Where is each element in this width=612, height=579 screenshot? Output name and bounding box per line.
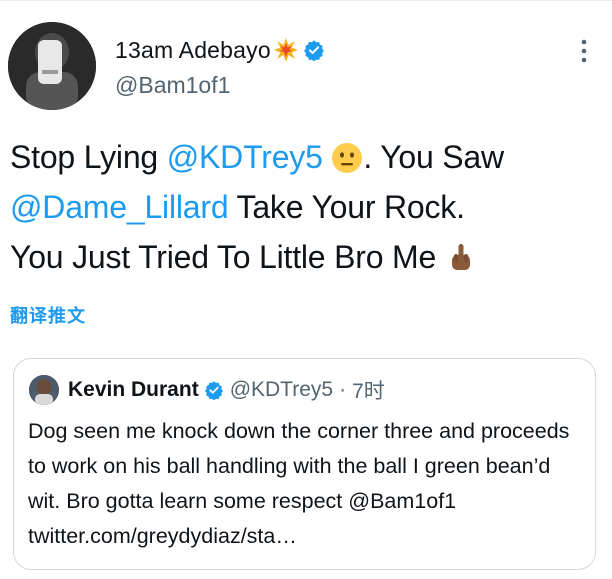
separator-dot: · [339,378,347,401]
quoted-tweet-time[interactable]: 7时 [352,375,385,405]
mention-link[interactable]: @Dame_Lillard [10,189,229,225]
tweet-text-segment: . You Saw [363,139,504,175]
verified-badge-icon [204,380,224,401]
author-name[interactable]: 13am Adebayo [115,37,271,64]
neutral-face-emoji-icon [331,138,363,173]
quoted-author-handle[interactable]: @KDTrey5 [230,378,333,402]
more-options-icon[interactable] [580,38,588,64]
quoted-tweet-header: Kevin Durant @KDTrey5 · 7时 [29,375,385,405]
quoted-author-avatar[interactable] [29,375,59,405]
author-block: 13am Adebayo @Bam1of1 [115,36,325,99]
quoted-tweet-card[interactable]: Kevin Durant @KDTrey5 · 7时 Dog seen me k… [13,358,596,570]
quoted-tweet-text: Dog seen me knock down the corner three … [28,419,570,548]
tweet-text: Stop Lying @KDTrey5 . You Saw @Dame_Lill… [10,132,605,282]
verified-badge-icon [303,39,325,62]
author-name-row: 13am Adebayo [115,36,325,64]
mention-link[interactable]: @KDTrey5 [167,139,323,175]
tweet-header: 13am Adebayo @Bam1of1 [8,22,604,122]
middle-finger-emoji-icon [445,238,477,270]
tweet-text-segment: Take Your Rock. [228,189,465,225]
tweet-text-segment: You Just Tried To Little Bro Me [10,239,445,275]
author-avatar[interactable] [8,22,96,110]
author-handle[interactable]: @Bam1of1 [115,72,325,99]
translate-tweet-link[interactable]: 翻译推文 [10,302,86,328]
collision-emoji-icon [273,37,299,63]
quoted-author-name[interactable]: Kevin Durant [68,378,199,402]
top-divider [0,0,612,1]
tweet-text-segment: Stop Lying [10,139,167,175]
